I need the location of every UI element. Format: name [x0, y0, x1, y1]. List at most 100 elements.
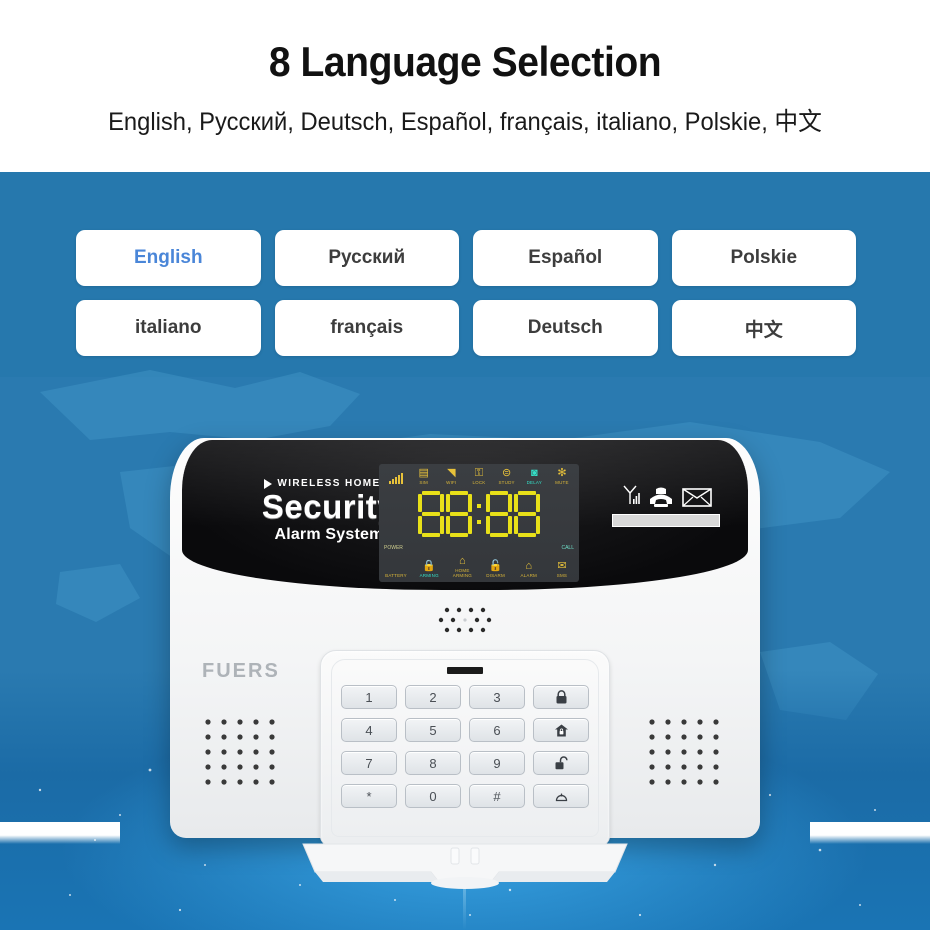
key-lock-icon: ⚿ — [474, 467, 484, 479]
lcd-battery: BATTERY — [384, 572, 408, 578]
lcd-label: STUDY — [498, 480, 515, 485]
lcd-digit — [486, 491, 512, 537]
lcd-screen: ▤ SIM ◥ WIFI ⚿ LOCK ⊜ STUDY ◙ DELAY ✻ MU… — [379, 464, 579, 582]
lcd-bottom-status-row: BATTERY 🔒 ARMING ⌂ HOME ARMING 🔓 DISARM … — [384, 556, 574, 579]
delay-icon: ◙ — [530, 467, 538, 479]
key-0[interactable]: 0 — [405, 784, 461, 808]
lcd-label: WIFI — [446, 480, 457, 485]
study-icon: ⊜ — [502, 467, 512, 479]
key-label: 4 — [365, 722, 373, 738]
key-label: * — [366, 788, 372, 804]
lcd-power-row: POWER CALL — [384, 541, 574, 554]
key-7[interactable]: 7 — [341, 751, 397, 775]
lang-button-label: français — [330, 317, 404, 338]
key-5[interactable]: 5 — [405, 718, 461, 742]
lcd-top-status-row: ▤ SIM ◥ WIFI ⚿ LOCK ⊜ STUDY ◙ DELAY ✻ MU… — [384, 468, 574, 485]
lcd-wifi: ◥ WIFI — [439, 468, 463, 486]
lcd-home-arming: ⌂ HOME ARMING — [450, 556, 474, 579]
lock-closed-icon: 🔒 — [422, 560, 437, 572]
panel-right-white-bar — [612, 514, 720, 527]
key-6[interactable]: 6 — [469, 718, 525, 742]
key-2[interactable]: 2 — [405, 685, 461, 709]
device-stand — [302, 843, 628, 889]
key-star[interactable]: * — [341, 784, 397, 808]
lang-button-french[interactable]: français — [274, 300, 459, 356]
lang-button-label: italiano — [134, 317, 202, 338]
lang-button-label: Polskie — [730, 247, 798, 268]
triangle-left-icon — [264, 478, 273, 489]
key-label: # — [493, 788, 501, 804]
panel-right-icon-row — [612, 482, 720, 508]
lcd-sms: ✉ SMS — [550, 560, 574, 579]
page-subtitle: English, Русский, Deutsch, Español, fran… — [108, 108, 822, 136]
lcd-signal-bars — [384, 472, 408, 485]
key-label: 3 — [493, 689, 501, 705]
lcd-label: DELAY — [526, 480, 542, 485]
lang-button-italian[interactable]: italiano — [76, 300, 261, 356]
key-1[interactable]: 1 — [341, 685, 397, 709]
lcd-digit — [446, 491, 472, 537]
lock-open-icon: 🔓 — [488, 560, 503, 572]
key-home-arm[interactable] — [533, 718, 589, 742]
lcd-mute: ✻ MUTE — [550, 468, 574, 486]
device-display-panel: WIRELESS HOME Security Alarm System ▤ SI… — [182, 438, 748, 590]
key-label: 7 — [365, 755, 373, 771]
floor-edge-left — [0, 822, 120, 844]
key-sos-bell[interactable] — [533, 784, 589, 808]
key-arm[interactable] — [533, 685, 589, 709]
telephone-icon — [650, 487, 672, 507]
lock-open-icon — [555, 755, 568, 769]
lock-closed-icon — [556, 689, 566, 703]
speaker-grille-right — [649, 719, 719, 785]
lcd-sim: ▤ SIM — [412, 467, 436, 486]
lang-button-spanish[interactable]: Español — [473, 230, 658, 286]
lcd-label: BATTERY — [385, 573, 407, 578]
lang-button-polish[interactable]: Polskie — [671, 230, 856, 286]
device-body: WIRELESS HOME Security Alarm System ▤ SI… — [170, 438, 760, 846]
antenna-signal-icon — [623, 485, 640, 504]
keypad-slot — [447, 667, 483, 674]
key-8[interactable]: 8 — [405, 751, 461, 775]
speaker-grille-left — [205, 719, 275, 785]
lcd-label: LOCK — [472, 480, 486, 485]
lcd-label: SIM — [419, 480, 428, 485]
lcd-label: ARMING — [419, 573, 439, 578]
lang-button-label: 中文 — [744, 319, 783, 341]
key-label: 2 — [429, 689, 437, 705]
key-label: 8 — [429, 755, 437, 771]
lcd-alarm: ⌂ ALARM — [517, 560, 541, 579]
fuers-logo: FUERS — [202, 660, 280, 683]
lang-button-english[interactable]: English — [76, 230, 261, 286]
lcd-power-label: POWER — [384, 544, 403, 551]
product-stage: English Русский Español Polskie italiano… — [0, 172, 930, 930]
fuers-logo-text: FUERS — [202, 660, 280, 682]
key-label: 6 — [493, 722, 501, 738]
key-hash[interactable]: # — [469, 784, 525, 808]
home-lock-icon — [554, 724, 568, 736]
lcd-label: MUTE — [555, 480, 569, 485]
alarm-panel-device: WIRELESS HOME Security Alarm System ▤ SI… — [170, 420, 760, 889]
lang-button-german[interactable]: Deutsch — [473, 300, 658, 356]
key-4[interactable]: 4 — [341, 718, 397, 742]
lcd-label: ALARM — [520, 573, 537, 578]
sim-card-icon: ▤ — [418, 467, 429, 479]
bell-icon — [555, 793, 567, 801]
key-9[interactable]: 9 — [469, 751, 525, 775]
keypad: 1 2 3 4 5 6 7 8 9 * 0 # — [320, 650, 610, 846]
keypad-grid: 1 2 3 4 5 6 7 8 9 * 0 # — [341, 685, 589, 808]
key-3[interactable]: 3 — [469, 685, 525, 709]
panel-right-indicators — [612, 482, 720, 527]
lcd-delay: ◙ DELAY — [522, 467, 546, 486]
bell-icon: ⌂ — [525, 560, 533, 572]
key-disarm[interactable] — [533, 751, 589, 775]
lcd-label: DISARM — [486, 573, 505, 578]
lcd-disarm: 🔓 DISARM — [484, 560, 508, 579]
lcd-digit — [418, 491, 444, 537]
sms-icon: ✉ — [557, 560, 567, 572]
lcd-study: ⊜ STUDY — [495, 467, 519, 486]
lcd-digit — [514, 491, 540, 537]
lang-button-chinese[interactable]: 中文 — [671, 300, 856, 356]
lang-button-russian[interactable]: Русский — [274, 230, 459, 286]
lcd-call-label: CALL — [561, 544, 574, 551]
lang-button-label: Español — [528, 247, 603, 268]
